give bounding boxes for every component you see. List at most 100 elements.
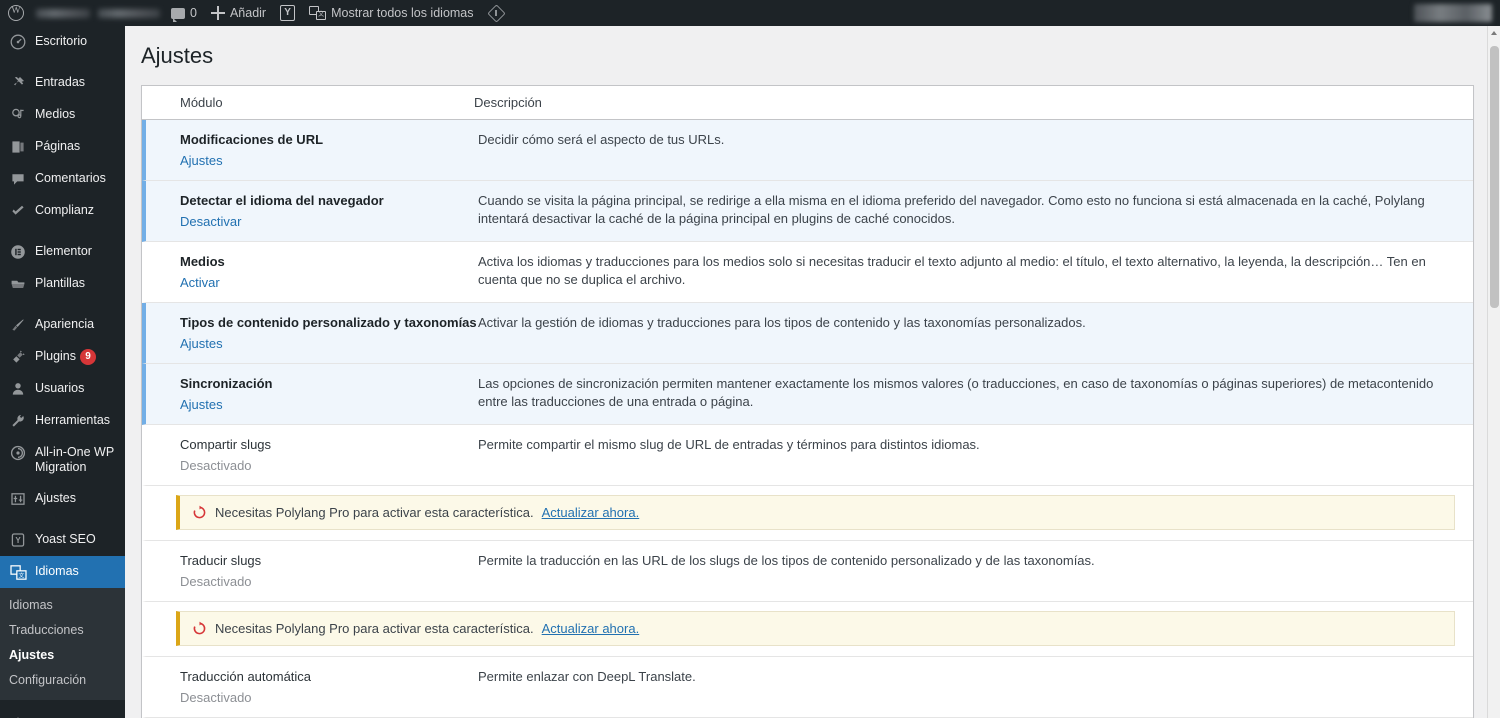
modules-table: Módulo Descripción Modificaciones de URL… bbox=[141, 85, 1474, 718]
sidebar-item-yoast-seo[interactable]: Y Yoast SEO bbox=[0, 524, 125, 556]
pro-upgrade-notice: Necesitas Polylang Pro para activar esta… bbox=[176, 495, 1455, 530]
wrench-icon bbox=[9, 413, 27, 429]
sidebar-item-usuarios[interactable]: Usuarios bbox=[0, 373, 125, 405]
show-all-languages-button[interactable]: Mostrar todos los idiomas bbox=[302, 0, 480, 26]
svg-text:文: 文 bbox=[18, 571, 24, 579]
admin-sidebar: Escritorio Entradas Medios Páginas Comen… bbox=[0, 26, 125, 718]
folder-icon bbox=[9, 276, 27, 292]
scrollbar-thumb[interactable] bbox=[1490, 46, 1499, 308]
module-action-link[interactable]: Desactivar bbox=[180, 214, 241, 229]
table-row: Modificaciones de URL Ajustes Decidir có… bbox=[142, 120, 1473, 181]
sidebar-item-apariencia[interactable]: Apariencia bbox=[0, 309, 125, 341]
sidebar-item-plantillas[interactable]: Plantillas bbox=[0, 268, 125, 300]
table-row-notice: Necesitas Polylang Pro para activar esta… bbox=[142, 602, 1473, 657]
sidebar-item-litespeed-cache[interactable]: LiteSpeed Cache bbox=[0, 709, 125, 718]
module-title: Compartir slugs bbox=[180, 436, 478, 453]
table-row: Tipos de contenido personalizado y taxon… bbox=[142, 303, 1473, 364]
user-icon bbox=[9, 381, 27, 397]
polylang-translate-icon: 文 bbox=[9, 564, 27, 580]
sidebar-item-label: Usuarios bbox=[35, 381, 125, 396]
sidebar-item-label: Plugins9 bbox=[35, 349, 125, 365]
scroll-up-arrow-icon[interactable] bbox=[1488, 26, 1500, 39]
sidebar-item-entradas[interactable]: Entradas bbox=[0, 67, 125, 99]
module-action-status: Desactivado bbox=[180, 573, 478, 590]
upgrade-now-link[interactable]: Actualizar ahora. bbox=[542, 505, 640, 520]
sidebar-item-label: Entradas bbox=[35, 75, 125, 90]
module-action: Ajustes bbox=[180, 335, 478, 352]
sidebar-item-plugins[interactable]: Plugins9 bbox=[0, 341, 125, 373]
sidebar-item-medios[interactable]: Medios bbox=[0, 99, 125, 131]
module-action-status: Desactivado bbox=[180, 457, 478, 474]
module-description: Permite compartir el mismo slug de URL d… bbox=[478, 436, 1459, 454]
module-action-link[interactable]: Ajustes bbox=[180, 336, 223, 351]
main-content: Ajustes Módulo Descripción Modificacione… bbox=[125, 26, 1487, 718]
comment-bubble-icon bbox=[171, 8, 185, 19]
add-new-label: Añadir bbox=[230, 6, 266, 20]
sidebar-item-all-in-one-wp-migration[interactable]: All-in-One WP Migration bbox=[0, 437, 125, 483]
sidebar-item-label: Apariencia bbox=[35, 317, 125, 332]
elementor-icon bbox=[9, 244, 27, 260]
table-row: Medios Activar Activa los idiomas y trad… bbox=[142, 242, 1473, 303]
sidebar-item-label: Yoast SEO bbox=[35, 532, 125, 547]
submenu-item-idiomas[interactable]: Idiomas bbox=[0, 593, 125, 618]
table-row: Sincronización Ajustes Las opciones de s… bbox=[142, 364, 1473, 425]
column-header-description: Descripción bbox=[474, 95, 1473, 110]
sidebar-item-comentarios[interactable]: Comentarios bbox=[0, 163, 125, 195]
module-action: Ajustes bbox=[180, 152, 478, 169]
sidebar-item-label: Comentarios bbox=[35, 171, 125, 186]
yoast-seo-icon: Y bbox=[9, 532, 27, 548]
module-action: Desactivar bbox=[180, 213, 478, 230]
module-action-status: Desactivado bbox=[180, 689, 478, 706]
comments-count: 0 bbox=[190, 6, 197, 20]
sidebar-item-paginas[interactable]: Páginas bbox=[0, 131, 125, 163]
upgrade-now-link[interactable]: Actualizar ahora. bbox=[542, 621, 640, 636]
account-menu-redacted[interactable] bbox=[1414, 4, 1492, 22]
brush-icon bbox=[9, 317, 27, 333]
site-name-item[interactable] bbox=[32, 0, 94, 26]
yoast-seo-button[interactable] bbox=[273, 0, 302, 26]
module-description: Cuando se visita la página principal, se… bbox=[478, 192, 1459, 228]
litespeed-cache-button[interactable] bbox=[481, 0, 511, 26]
plug-icon bbox=[9, 349, 27, 365]
pro-upgrade-notice: Necesitas Polylang Pro para activar esta… bbox=[176, 611, 1455, 646]
media-icon bbox=[9, 107, 27, 123]
sidebar-item-ajustes[interactable]: Ajustes bbox=[0, 483, 125, 515]
column-header-module: Módulo bbox=[142, 95, 474, 110]
sidebar-item-complianz[interactable]: Complianz bbox=[0, 195, 125, 227]
submenu-item-traducciones[interactable]: Traducciones bbox=[0, 618, 125, 643]
submenu-item-ajustes[interactable]: Ajustes bbox=[0, 643, 125, 668]
table-header-row: Módulo Descripción bbox=[142, 86, 1473, 120]
wordpress-logo-button[interactable] bbox=[0, 0, 32, 26]
sidebar-item-label: All-in-One WP Migration bbox=[35, 445, 125, 475]
page-title: Ajustes bbox=[125, 26, 1487, 85]
module-title: Tipos de contenido personalizado y taxon… bbox=[180, 314, 478, 331]
table-row: Traducción automática Desactivado Permit… bbox=[142, 657, 1473, 718]
sidebar-item-elementor[interactable]: Elementor bbox=[0, 236, 125, 268]
sidebar-item-label: Plantillas bbox=[35, 276, 125, 291]
table-row: Traducir slugs Desactivado Permite la tr… bbox=[142, 541, 1473, 602]
comments-button[interactable]: 0 bbox=[164, 0, 204, 26]
add-new-button[interactable]: Añadir bbox=[204, 0, 273, 26]
module-title: Detectar el idioma del navegador bbox=[180, 192, 478, 209]
sidebar-item-label: Elementor bbox=[35, 244, 125, 259]
module-action-link[interactable]: Ajustes bbox=[180, 397, 223, 412]
page-scrollbar[interactable] bbox=[1487, 26, 1500, 718]
sidebar-item-herramientas[interactable]: Herramientas bbox=[0, 405, 125, 437]
table-row-notice: Necesitas Polylang Pro para activar esta… bbox=[142, 486, 1473, 541]
sidebar-item-label: Herramientas bbox=[35, 413, 125, 428]
sidebar-item-label: Idiomas bbox=[35, 564, 125, 579]
module-title: Sincronización bbox=[180, 375, 478, 392]
pages-icon bbox=[9, 139, 27, 155]
sidebar-item-idiomas[interactable]: 文 Idiomas bbox=[0, 556, 125, 588]
svg-text:Y: Y bbox=[15, 536, 21, 545]
module-action-link[interactable]: Ajustes bbox=[180, 153, 223, 168]
comment-icon bbox=[9, 171, 27, 187]
module-action-link[interactable]: Activar bbox=[180, 275, 220, 290]
idiomas-submenu: Idiomas Traducciones Ajustes Configuraci… bbox=[0, 588, 125, 700]
sidebar-item-escritorio[interactable]: Escritorio bbox=[0, 26, 125, 58]
submenu-item-configuracion[interactable]: Configuración bbox=[0, 668, 125, 693]
site-secondary-item[interactable] bbox=[94, 0, 164, 26]
module-title: Modificaciones de URL bbox=[180, 131, 478, 148]
notice-text: Necesitas Polylang Pro para activar esta… bbox=[215, 505, 534, 520]
sidebar-item-label: Ajustes bbox=[35, 491, 125, 506]
